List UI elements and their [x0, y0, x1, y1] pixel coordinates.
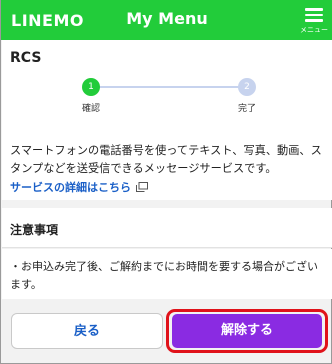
note-item: ・お申込み完了後、ご解約までにお時間を要する場合がございます。: [10, 260, 318, 291]
notes-title: 注意事項: [10, 223, 59, 237]
service-details-link[interactable]: サービスの詳細はこちら: [10, 179, 148, 195]
menu-button[interactable]: メニュー: [300, 6, 328, 36]
notes-header: 注意事項: [2, 208, 332, 248]
external-window-icon: [136, 182, 148, 192]
hamburger-menu-icon: [305, 8, 323, 22]
step-1-indicator: 1: [82, 78, 100, 96]
back-button[interactable]: 戻る: [11, 313, 163, 349]
service-name: RCS: [10, 50, 42, 66]
page-title: My Menu: [126, 9, 208, 28]
cancel-button-highlight: 解除する: [166, 309, 328, 353]
step-2-indicator: 2: [238, 78, 256, 96]
service-card: RCS 1 2 確認 完了 スマートフォンの電話番号を使ってテキスト、写真、動画…: [2, 40, 332, 200]
cancel-service-button[interactable]: 解除する: [172, 314, 322, 348]
step-progress-line: [92, 86, 246, 88]
app-frame: LINEMO My Menu メニュー RCS 1 2 確認 完了 スマートフォ…: [0, 0, 332, 364]
step-1-label: 確認: [82, 104, 101, 114]
step-2-label: 完了: [238, 104, 257, 114]
service-description: スマートフォンの電話番号を使ってテキスト、写真、動画、スタンプなどを送受信できる…: [10, 144, 322, 175]
notes-body: ・お申込み完了後、ご解約までにお時間を要する場合がございます。: [2, 249, 332, 299]
details-link-label: サービスの詳細はこちら: [10, 181, 131, 194]
app-header: LINEMO My Menu メニュー: [1, 0, 332, 40]
menu-label: メニュー: [300, 26, 328, 34]
